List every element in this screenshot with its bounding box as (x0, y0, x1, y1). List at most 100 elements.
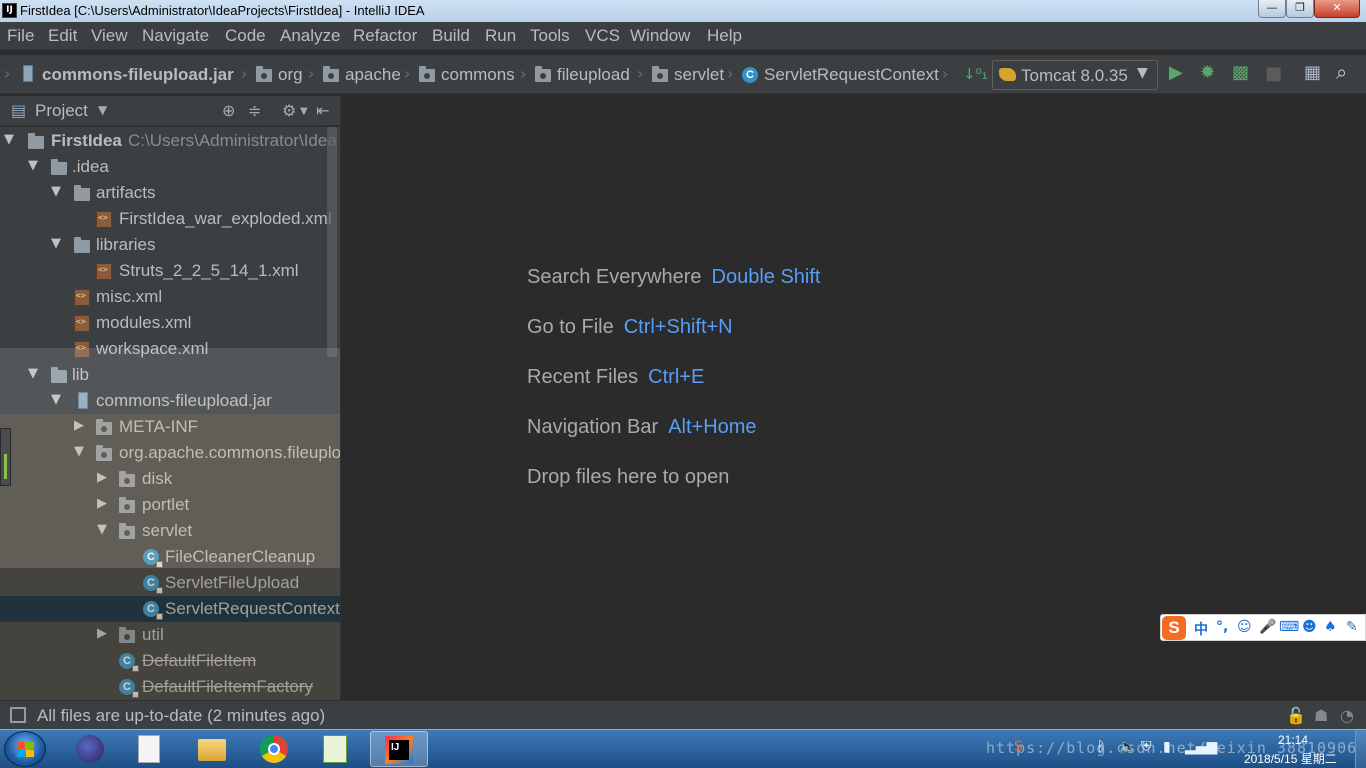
expand-arrow-icon[interactable]: ▼ (97, 522, 107, 537)
tree-item-package[interactable]: ▶ META-INF (0, 414, 340, 440)
keyboard-icon[interactable]: ⌨ (1279, 619, 1299, 635)
taskbar-explorer[interactable] (186, 731, 238, 767)
taskbar-notepad[interactable] (124, 731, 176, 767)
tree-scrollbar[interactable] (327, 127, 337, 357)
skin-icon[interactable]: ♠ (1324, 619, 1337, 635)
coverage-icon[interactable]: ▩ (1232, 64, 1249, 82)
menu-window[interactable]: Window (630, 26, 690, 46)
hide-panel-icon[interactable]: ⇤ (316, 101, 329, 120)
sort-icon[interactable]: ↓⁰₁ (963, 65, 988, 83)
tree-item-file[interactable]: Struts_2_2_5_14_1.xml (0, 258, 340, 284)
user-icon[interactable]: ☻ (1302, 619, 1317, 635)
window-title-bar[interactable]: IJ FirstIdea [C:\Users\Administrator\Ide… (0, 0, 1366, 22)
tree-item-idea[interactable]: ▼ .idea (0, 154, 340, 180)
inspector-icon[interactable]: ☗ (1314, 706, 1328, 725)
breadcrumb-org[interactable]: org (278, 65, 303, 85)
breadcrumb-servletrequestcontext[interactable]: ServletRequestContext (764, 65, 939, 85)
menu-view[interactable]: View (91, 26, 128, 46)
sogou-tray-icon[interactable]: S (1014, 739, 1023, 755)
chevron-down-icon[interactable]: ▼ (300, 106, 308, 117)
tree-item-file[interactable]: FirstIdea_war_exploded.xml (0, 206, 340, 232)
taskbar-intellij[interactable]: IJ (370, 731, 428, 767)
tree-item-class-selected[interactable]: C ServletRequestContext (0, 596, 340, 622)
breadcrumb-jar[interactable]: commons-fileupload.jar (42, 65, 234, 85)
tree-item-class[interactable]: C DefaultFileItem (0, 648, 340, 674)
chevron-down-icon[interactable]: ▼ (98, 103, 107, 117)
run-icon[interactable]: ▶ (1169, 64, 1183, 82)
collapse-arrow-icon[interactable]: ▶ (97, 496, 107, 511)
tree-item-file[interactable]: modules.xml (0, 310, 340, 336)
side-panel-handle[interactable] (0, 428, 11, 486)
microphone-icon[interactable]: 🎤 (1259, 619, 1276, 635)
tree-item-lib[interactable]: ▼ lib (0, 362, 340, 388)
breadcrumb-apache[interactable]: apache (345, 65, 401, 85)
expand-arrow-icon[interactable]: ▼ (4, 132, 14, 147)
ime-toolbar[interactable]: S 中 °, ☺ 🎤 ⌨ ☻ ♠ ✎ (1160, 614, 1366, 641)
maximize-button[interactable]: ❐ (1286, 0, 1314, 18)
collapse-arrow-icon[interactable]: ▶ (74, 418, 84, 433)
tree-item-package[interactable]: ▼ servlet (0, 518, 340, 544)
menu-analyze[interactable]: Analyze (280, 26, 340, 46)
breadcrumb-fileupload[interactable]: fileupload (557, 65, 630, 85)
show-desktop-button[interactable] (1355, 729, 1366, 768)
breadcrumb-servlet[interactable]: servlet (674, 65, 724, 85)
emoji-icon[interactable]: ☺ (1237, 619, 1252, 635)
menu-vcs[interactable]: VCS (585, 26, 620, 46)
expand-arrow-icon[interactable]: ▼ (51, 392, 61, 407)
stop-icon[interactable]: ■ (1265, 65, 1282, 83)
tree-item-jar[interactable]: ▼ commons-fileupload.jar (0, 388, 340, 414)
ime-language-toggle[interactable]: 中 (1194, 619, 1208, 639)
event-log-icon[interactable]: ◔ (1340, 706, 1354, 725)
minimize-button[interactable]: — (1258, 0, 1286, 18)
expand-arrow-icon[interactable]: ▼ (74, 444, 84, 459)
clock-time[interactable]: 21:14 (1278, 733, 1308, 747)
sogou-logo-icon[interactable]: S (1162, 616, 1186, 640)
taskbar-chrome[interactable] (248, 731, 300, 767)
collapse-arrow-icon[interactable]: ▶ (97, 470, 107, 485)
menu-file[interactable]: File (7, 26, 34, 46)
tree-item-class[interactable]: C FileCleanerCleanup (0, 544, 340, 570)
menu-run[interactable]: Run (485, 26, 516, 46)
start-button[interactable] (4, 731, 46, 767)
locate-icon[interactable]: ⊕ (222, 101, 235, 120)
power-icon[interactable]: ▮ (1163, 739, 1171, 755)
gear-icon[interactable]: ⚙ (282, 101, 296, 120)
network-icon[interactable]: ▂▄▆ (1185, 739, 1217, 755)
expand-arrow-icon[interactable]: ▼ (51, 236, 61, 251)
tree-item-package[interactable]: ▶ portlet (0, 492, 340, 518)
expand-arrow-icon[interactable]: ▼ (28, 366, 38, 381)
menu-refactor[interactable]: Refactor (353, 26, 417, 46)
bluetooth-icon[interactable]: ᛒ (1097, 739, 1105, 755)
tree-item-file[interactable]: misc.xml (0, 284, 340, 310)
volume-icon[interactable]: 🔈 (1119, 739, 1136, 755)
project-structure-icon[interactable]: ▦ (1304, 64, 1321, 82)
editor-empty-area[interactable]: Search Everywhere Double Shift Go to File… (340, 96, 1366, 700)
taskbar-eclipse[interactable] (64, 731, 116, 767)
menu-code[interactable]: Code (225, 26, 266, 46)
tool-window-toggle-icon[interactable] (10, 707, 26, 723)
expand-arrow-icon[interactable]: ▼ (51, 184, 61, 199)
lock-icon[interactable]: 🔓 (1286, 706, 1306, 725)
shield-icon[interactable]: ⛨ (1141, 739, 1152, 755)
tree-item-class[interactable]: C ServletFileUpload (0, 570, 340, 596)
breadcrumb-commons[interactable]: commons (441, 65, 515, 85)
tree-item-package[interactable]: ▼ org.apache.commons.fileuplo (0, 440, 340, 466)
wrench-icon[interactable]: ✎ (1346, 619, 1358, 635)
tree-item-file[interactable]: workspace.xml (0, 336, 340, 362)
tree-item-artifacts[interactable]: ▼ artifacts (0, 180, 340, 206)
debug-icon[interactable]: ✹ (1200, 64, 1215, 82)
menu-help[interactable]: Help (707, 26, 742, 46)
tree-item-libraries[interactable]: ▼ libraries (0, 232, 340, 258)
tree-item-package[interactable]: ▶ util (0, 622, 340, 648)
menu-navigate[interactable]: Navigate (142, 26, 209, 46)
tree-item-package[interactable]: ▶ disk (0, 466, 340, 492)
menu-build[interactable]: Build (432, 26, 470, 46)
collapse-all-icon[interactable]: ≑ (248, 101, 261, 120)
expand-arrow-icon[interactable]: ▼ (28, 158, 38, 173)
tree-item-class[interactable]: C DefaultFileItemFactory (0, 674, 340, 700)
close-button[interactable]: ✕ (1314, 0, 1360, 18)
run-configuration-select[interactable]: Tomcat 8.0.35 ▼ (992, 60, 1158, 90)
clock-date[interactable]: 2018/5/15 星期二 (1244, 750, 1337, 767)
punctuation-icon[interactable]: °, (1216, 619, 1228, 635)
menu-edit[interactable]: Edit (48, 26, 77, 46)
